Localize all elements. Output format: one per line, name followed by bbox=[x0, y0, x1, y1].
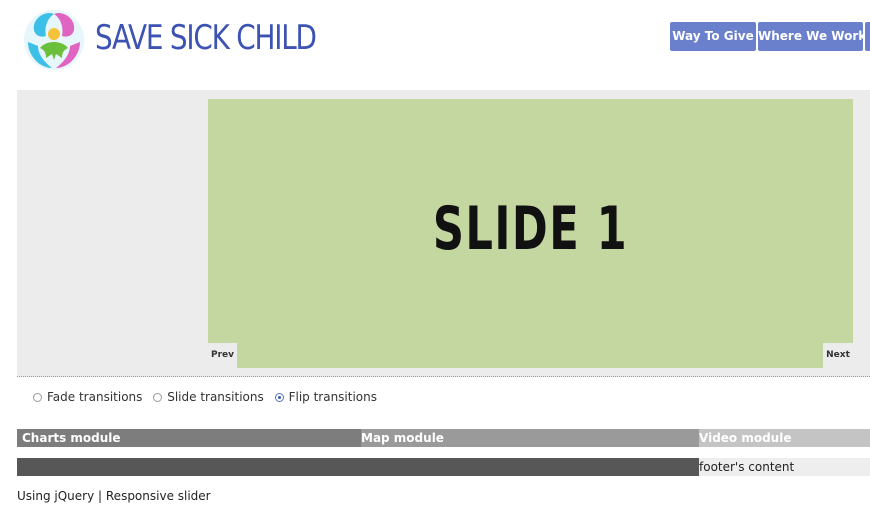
slide: SLIDE 1 Prev Next bbox=[208, 99, 853, 368]
flip-radio[interactable] bbox=[274, 393, 284, 402]
nav-where-we-work[interactable]: Where We Work bbox=[758, 22, 866, 51]
transition-options: Fade transitions Slide transitions Flip … bbox=[33, 390, 384, 406]
nav-way-to-give[interactable]: Way To Give bbox=[670, 22, 756, 51]
video-module: Video module bbox=[699, 429, 870, 447]
next-button[interactable]: Next bbox=[823, 343, 853, 368]
footer-content: footer's content bbox=[699, 458, 870, 476]
slide-title: SLIDE 1 bbox=[432, 194, 629, 264]
footer-bar bbox=[17, 458, 699, 476]
slide-radio[interactable] bbox=[153, 393, 163, 402]
slide-transition-option[interactable]: Slide transitions bbox=[153, 390, 264, 404]
credits-text: Using jQuery | Responsive slider bbox=[17, 489, 211, 503]
fade-transition-option[interactable]: Fade transitions bbox=[33, 390, 142, 404]
child-globe-logo-icon[interactable] bbox=[22, 8, 86, 72]
flip-transition-option[interactable]: Flip transitions bbox=[274, 390, 378, 404]
slider-container: SLIDE 1 Prev Next bbox=[17, 90, 870, 377]
fade-radio[interactable] bbox=[33, 393, 42, 402]
flip-label: Flip transitions bbox=[288, 390, 378, 404]
map-module: Map module bbox=[361, 429, 699, 447]
fade-label: Fade transitions bbox=[47, 390, 143, 404]
charts-module: Charts module bbox=[17, 429, 361, 447]
slide-label: Slide transitions bbox=[167, 390, 264, 404]
nav-more-button[interactable] bbox=[865, 22, 870, 51]
prev-button[interactable]: Prev bbox=[208, 343, 237, 368]
brand-name[interactable]: SAVE SICK CHILD bbox=[95, 18, 317, 58]
